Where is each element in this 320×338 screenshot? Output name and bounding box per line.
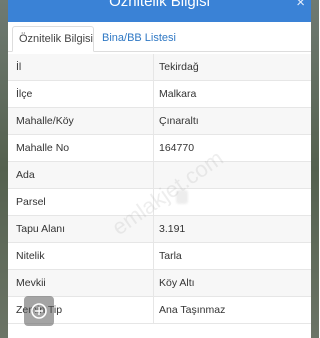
table-row: İl Tekirdağ bbox=[8, 54, 311, 81]
column-divider bbox=[153, 135, 154, 162]
column-divider bbox=[153, 54, 154, 81]
row-key: Mahalle No bbox=[16, 142, 70, 154]
column-divider bbox=[153, 297, 154, 324]
column-divider bbox=[153, 108, 154, 135]
row-key: Tapu Alanı bbox=[16, 223, 66, 235]
tab-bina-bb-listesi[interactable]: Bina/BB Listesi bbox=[96, 26, 182, 52]
redacted-patch bbox=[176, 190, 188, 204]
row-value: 164770 bbox=[159, 142, 195, 154]
row-value: 3.191 bbox=[159, 223, 186, 235]
close-icon[interactable]: × bbox=[296, 0, 305, 11]
column-divider bbox=[153, 81, 154, 108]
tab-bar: Öznitelik Bilgisi Bina/BB Listesi bbox=[8, 22, 311, 52]
table-row: Zemin Tip Ana Taşınmaz bbox=[8, 297, 311, 324]
row-key: Ada bbox=[16, 169, 35, 181]
table-row: İlçe Malkara bbox=[8, 81, 311, 108]
attribute-table: İl Tekirdağ İlçe Malkara Mahalle/Köy Çın… bbox=[8, 54, 311, 324]
row-key: Parsel bbox=[16, 196, 46, 208]
column-divider bbox=[153, 189, 154, 216]
table-row: Mahalle/Köy Çınaraltı bbox=[8, 108, 311, 135]
column-divider bbox=[153, 270, 154, 297]
table-row: Mevkii Köy Altı bbox=[8, 270, 311, 297]
column-divider bbox=[153, 216, 154, 243]
tab-oznitelik-bilgisi[interactable]: Öznitelik Bilgisi bbox=[12, 26, 94, 52]
row-key: Mahalle/Köy bbox=[16, 115, 74, 127]
row-value: Köy Altı bbox=[159, 277, 195, 289]
row-value: Çınaraltı bbox=[159, 115, 199, 127]
table-row: Parsel bbox=[8, 189, 311, 216]
column-divider bbox=[153, 162, 154, 189]
row-value: Tarla bbox=[159, 250, 182, 262]
row-value: Malkara bbox=[159, 88, 197, 100]
table-row: Mahalle No 164770 bbox=[8, 135, 311, 162]
column-divider bbox=[153, 243, 154, 270]
row-key: İlçe bbox=[16, 88, 33, 100]
dialog-header: Öznitelik Bilgisi × bbox=[8, 0, 311, 22]
table-row: Nitelik Tarla bbox=[8, 243, 311, 270]
table-row: Tapu Alanı 3.191 bbox=[8, 216, 311, 243]
row-key: Zemin Tip bbox=[16, 304, 63, 316]
row-key: Nitelik bbox=[16, 250, 45, 262]
attribute-dialog: Öznitelik Bilgisi × Öznitelik Bilgisi Bi… bbox=[8, 0, 311, 338]
row-value: Ana Taşınmaz bbox=[159, 304, 226, 316]
row-key: Mevkii bbox=[16, 277, 46, 289]
table-row: Ada bbox=[8, 162, 311, 189]
dialog-title: Öznitelik Bilgisi bbox=[109, 0, 210, 10]
row-value: Tekirdağ bbox=[159, 61, 199, 73]
row-key: İl bbox=[16, 61, 22, 73]
